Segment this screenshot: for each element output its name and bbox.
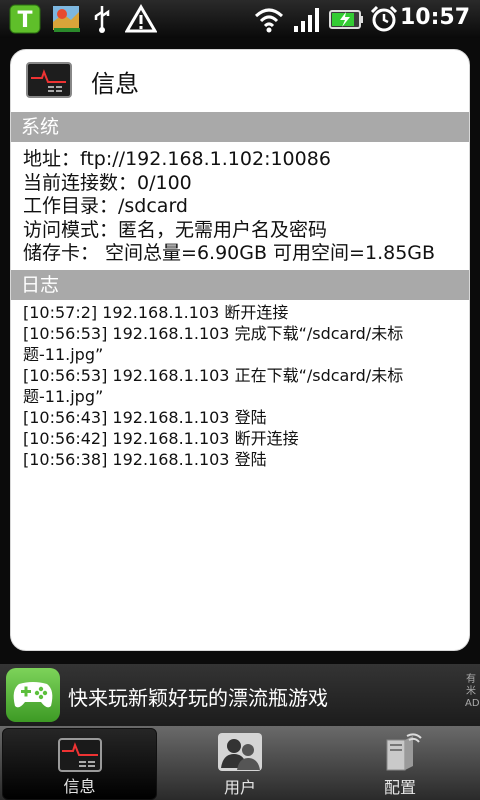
log-entry: [10:56:53] 192.168.1.103 完成下载“/sdcard/未标… <box>23 324 404 364</box>
status-bar: T 10:57 <box>0 0 480 38</box>
log-entry: [10:56:43] 192.168.1.103 登陆 <box>23 408 267 427</box>
log-section-header: 日志 <box>11 270 469 300</box>
page-title: 信息 <box>91 70 139 98</box>
gamepad-icon <box>6 668 60 722</box>
signal-icon <box>292 4 322 34</box>
warning-icon <box>124 4 158 34</box>
monitor-icon <box>57 735 103 775</box>
log-entry: [10:56:53] 192.168.1.103 正在下载“/sdcard/未标… <box>23 366 404 406</box>
tab-info[interactable]: 信息 <box>2 728 157 800</box>
panel-header: 信息 <box>11 50 469 112</box>
app-t-icon: T <box>8 4 42 34</box>
system-info: 地址：ftp://192.168.1.102:10086 当前连接数：0/100… <box>23 148 463 266</box>
ad-provider-label: 有米AD <box>465 674 480 709</box>
tab-config[interactable]: 配置 <box>320 726 480 800</box>
map-location-icon <box>50 4 84 34</box>
log-list: [10:57:2] 192.168.1.103 断开连接 [10:56:53] … <box>23 302 453 470</box>
tab-users-label: 用户 <box>223 778 256 797</box>
ad-text[interactable]: 快来玩新颖好玩的漂流瓶游戏 <box>68 682 328 711</box>
address-line: 地址：ftp://192.168.1.102:10086 <box>23 148 331 170</box>
connection-count-line: 当前连接数：0/100 <box>23 171 192 194</box>
log-entry: [10:56:38] 192.168.1.103 登陆 <box>23 450 267 469</box>
log-entry: [10:56:42] 192.168.1.103 断开连接 <box>23 429 299 448</box>
access-mode-line: 访问模式：匿名，无需用户名及密码 <box>23 218 328 241</box>
info-panel: 信息 系统 地址：ftp://192.168.1.102:10086 当前连接数… <box>10 49 470 651</box>
battery-charging-icon <box>328 4 364 34</box>
tab-bar: 信息 用户 配置 <box>0 726 480 800</box>
monitor-icon <box>26 62 72 98</box>
tab-info-label: 信息 <box>63 777 96 796</box>
status-time: 10:57 <box>399 5 470 30</box>
alarm-clock-icon <box>368 4 400 34</box>
ad-banner[interactable]: 快来玩新颖好玩的漂流瓶游戏 有米AD <box>0 664 480 726</box>
working-directory-line: 工作目录：/sdcard <box>23 195 188 217</box>
system-section-header: 系统 <box>11 112 469 142</box>
svg-text:T: T <box>17 8 32 33</box>
storage-line: 储存卡： 空间总量=6.90GB 可用空间=1.85GB <box>23 242 436 264</box>
log-entry: [10:57:2] 192.168.1.103 断开连接 <box>23 303 289 322</box>
wifi-icon <box>252 4 286 34</box>
tab-config-label: 配置 <box>383 778 416 797</box>
usb-icon <box>88 4 116 34</box>
users-icon <box>217 732 263 772</box>
server-config-icon <box>377 732 423 772</box>
tab-users[interactable]: 用户 <box>160 726 320 800</box>
